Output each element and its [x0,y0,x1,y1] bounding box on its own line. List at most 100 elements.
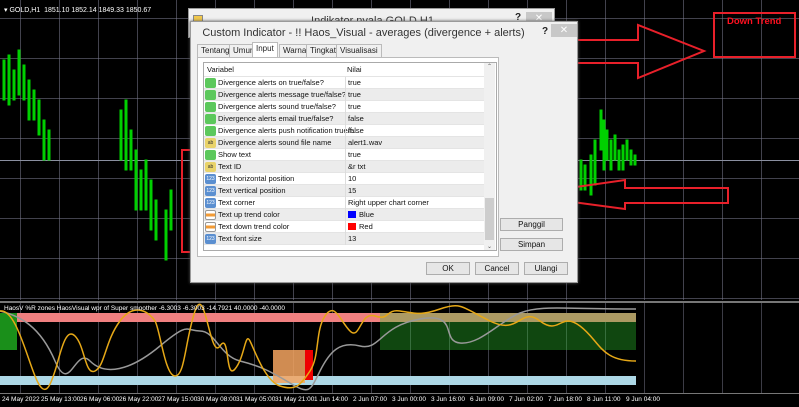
table-row[interactable]: Divergence alerts message true/false? tr… [204,89,487,101]
time-label: 8 Jun 11:00 [587,396,621,403]
time-label: 31 May 05:00 [236,396,276,403]
table-row[interactable]: Show text true [204,149,487,161]
value-text: 15 [348,186,357,195]
str-type-icon: ab [205,138,216,148]
table-row[interactable]: 123 Text corner Right upper chart corner [204,197,487,209]
help-button[interactable]: ? [542,26,548,37]
time-label: 9 Jun 04:00 [626,396,660,403]
time-label: 7 Jun 18:00 [548,396,582,403]
value-text: true [348,90,361,99]
table-row[interactable]: ab Divergence alerts sound file name ale… [204,137,487,149]
int-type-icon: 123 [205,174,216,184]
scrollbar-thumb[interactable] [485,198,494,240]
variable-value[interactable]: Red [345,221,485,233]
table-row[interactable]: Divergence alerts sound true/false? true [204,101,487,113]
time-label: 6 Jun 09:00 [470,396,504,403]
bool-type-icon [205,90,216,100]
histogram-green-left [0,313,17,350]
variable-name: Text font size [218,234,262,243]
column-value: Nilai [347,65,362,74]
value-text: Right upper chart corner [348,198,429,207]
table-row[interactable]: 123 Text vertical position 15 [204,185,487,197]
value-text: false [348,114,364,123]
variable-name: Text horizontal position [218,174,295,183]
time-label: 24 May 2022 [2,396,40,403]
variable-value[interactable]: true [345,89,485,101]
table-row[interactable]: 123 Text horizontal position 10 [204,173,487,185]
variable-value[interactable]: true [345,77,485,89]
time-label: 1 Jun 14:00 [314,396,348,403]
cancel-button[interactable]: Cancel [475,262,519,275]
column-variable: Variabel [207,65,234,74]
variable-value[interactable]: true [345,101,485,113]
oversold-zone [0,376,636,385]
indicator-plot [0,303,637,391]
time-label: 3 Jun 00:00 [392,396,426,403]
down-trend-label: Down Trend [727,16,782,27]
value-text: Blue [359,210,375,219]
time-label: 26 May 06:00 [80,396,120,403]
load-button[interactable]: Panggil [500,218,563,231]
table-row[interactable]: 123 Text font size 13 [204,233,487,245]
color-swatch [348,211,356,218]
variable-name: Divergence alerts message true/false? [218,90,346,99]
tab-tentang[interactable]: Tentang [197,44,234,57]
variable-value[interactable]: false [345,113,485,125]
variable-value[interactable]: Right upper chart corner [345,197,485,209]
table-row[interactable]: Divergence alerts on true/false? true [204,77,487,89]
time-label: 7 Jun 02:00 [509,396,543,403]
variable-value[interactable]: &r txt [345,161,485,173]
tab-input[interactable]: Input [252,42,278,57]
table-row[interactable]: Divergence alerts push notification true… [204,125,487,137]
variable-name: Text up trend color [218,210,280,219]
time-label: 27 May 15:00 [158,396,198,403]
tab-visualisasi[interactable]: Visualisasi [336,44,382,57]
save-button[interactable]: Simpan [500,238,563,251]
variable-name: Divergence alerts on true/false? [218,78,324,87]
right-arrow-annotation [569,23,707,80]
bool-type-icon [205,114,216,124]
variable-value[interactable]: 10 [345,173,485,185]
histogram-orange [273,350,305,383]
bool-type-icon [205,102,216,112]
table-row[interactable]: Text down trend color Red [204,221,487,233]
variable-name: Text corner [218,198,256,207]
variable-value[interactable]: true [345,149,485,161]
time-axis: 24 May 2022 25 May 13:00 26 May 06:00 26 Ma… [0,393,799,407]
variable-name: Divergence alerts email true/false? [218,114,334,123]
value-text: &r txt [348,162,366,171]
int-type-icon: 123 [205,186,216,196]
variable-value[interactable]: false [345,125,485,137]
ok-button[interactable]: OK [426,262,470,275]
variable-value[interactable]: 15 [345,185,485,197]
variable-name: Text vertical position [218,186,286,195]
table-header: Variabel Nilai [204,63,487,77]
time-label: 2 Jun 07:00 [353,396,387,403]
variable-value[interactable]: Blue [345,209,485,221]
variable-value[interactable]: alert1.wav [345,137,485,149]
table-row[interactable]: Divergence alerts email true/false? fals… [204,113,487,125]
time-label: 3 Jun 16:00 [431,396,465,403]
variable-name: Text down trend color [218,222,290,231]
value-text: 10 [348,174,357,183]
str-type-icon: ab [205,162,216,172]
bool-type-icon [205,78,216,88]
variable-name: Text ID [218,162,242,171]
variable-name: Show text [218,150,251,159]
value-text: alert1.wav [348,138,383,147]
close-button[interactable]: ✕ [551,24,577,37]
table-row[interactable]: ab Text ID &r txt [204,161,487,173]
table-row[interactable]: Text up trend color Blue [204,209,487,221]
value-text: Red [359,222,373,231]
value-text: 13 [348,234,357,243]
variable-value[interactable]: 13 [345,233,485,245]
tab-tingkat[interactable]: Tingkat [306,44,340,57]
reset-button[interactable]: Ulangi [524,262,568,275]
variable-name: Divergence alerts sound file name [218,138,332,147]
bool-type-icon [205,126,216,136]
value-text: true [348,150,361,159]
col-type-icon [205,222,216,232]
col-type-icon [205,210,216,220]
indicator-label: HaosV %R zones HaosVisual wpr of Super s… [4,305,286,312]
int-type-icon: 123 [205,198,216,208]
